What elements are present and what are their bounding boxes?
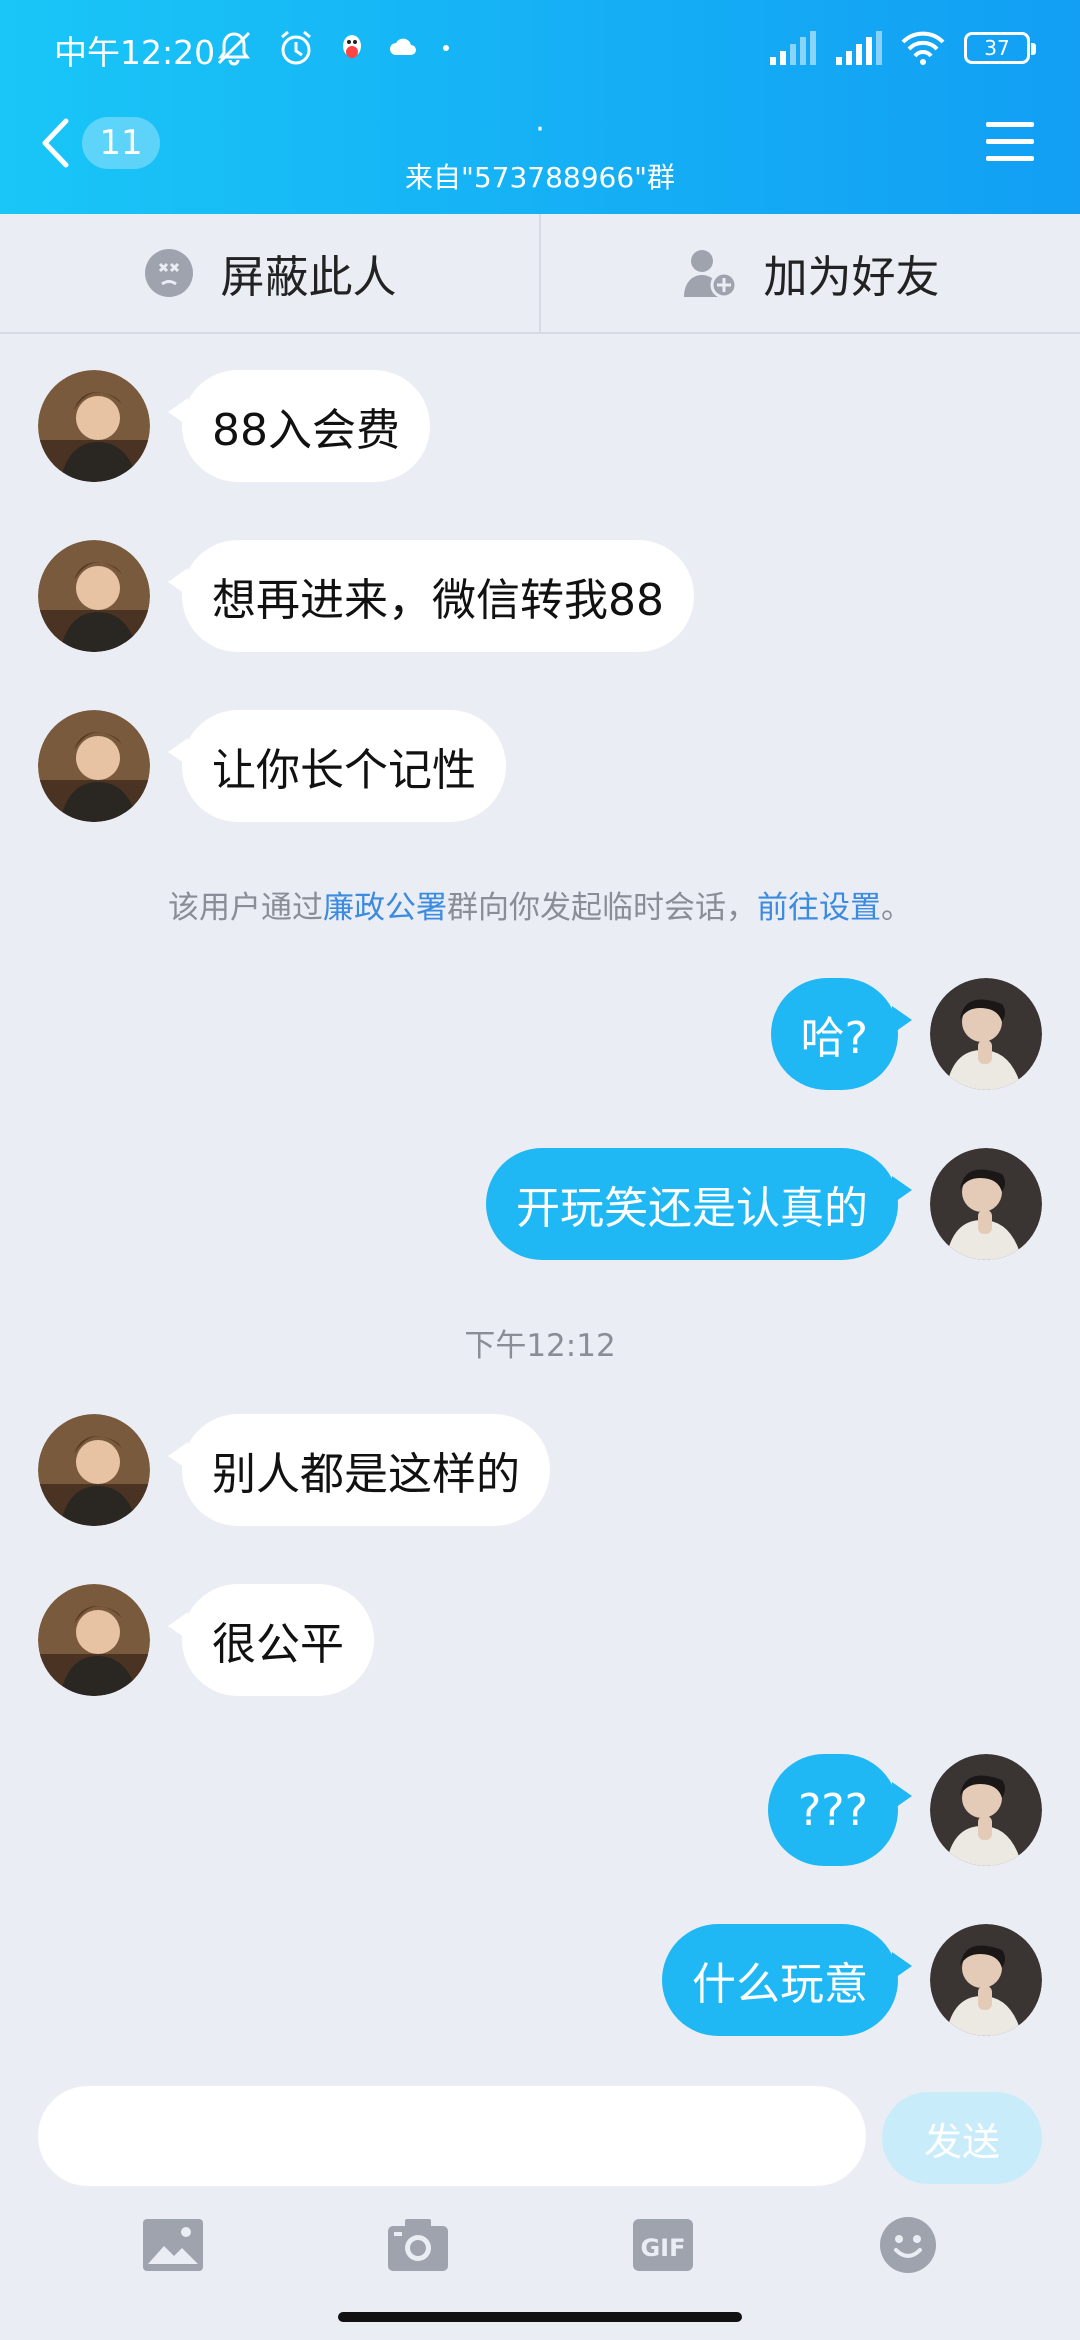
gif-label: GIF (640, 2234, 685, 2262)
group-link[interactable]: 廉政公署 (323, 890, 447, 926)
block-user-button[interactable]: 屏蔽此人 (0, 214, 539, 332)
sender-avatar[interactable] (38, 710, 150, 822)
status-time: 中午12:20 (54, 33, 216, 72)
gif-icon: GIF (632, 2219, 693, 2271)
emoji-smile-icon (879, 2217, 936, 2273)
self-avatar[interactable] (930, 1924, 1042, 2036)
send-button[interactable]: 发送 (882, 2092, 1042, 2184)
menu-icon[interactable] (984, 118, 1036, 166)
message-bubble[interactable]: 别人都是这样的 (168, 1414, 550, 1526)
message-bubble[interactable]: 让你长个记性 (168, 710, 506, 822)
sender-avatar[interactable] (38, 540, 150, 652)
composer: 发送 (0, 2080, 1080, 2190)
message-bubble[interactable]: 很公平 (168, 1584, 374, 1696)
add-friend-label: 加为好友 (763, 252, 940, 303)
unread-count-badge: 11 (82, 117, 160, 169)
back-button[interactable]: 11 (40, 110, 160, 176)
chat-message-list[interactable]: 88入会费 想再进来，微信转我88 让你长个记性 该用户通过廉政公署群向你发起临… (0, 334, 1080, 2064)
message-bubble[interactable]: 哈? (770, 978, 913, 1090)
mute-bell-icon (217, 31, 251, 66)
temporary-chat-notice: 该用户通过廉政公署群向你发起临时会话，前往设置。 (0, 882, 1080, 927)
block-user-label: 屏蔽此人 (220, 252, 397, 303)
status-icons-left (214, 24, 452, 72)
sender-avatar[interactable] (38, 1584, 150, 1696)
outgoing-message: 哈? (770, 978, 1042, 1090)
more-notifications-dot-icon (443, 45, 449, 51)
incoming-message: 很公平 (38, 1584, 374, 1696)
incoming-message: 让你长个记性 (38, 710, 506, 822)
time-separator: 下午12:12 (464, 1328, 616, 1364)
battery-level: 37 (984, 36, 1010, 60)
message-bubble[interactable]: ??? (767, 1754, 913, 1866)
alarm-clock-icon (281, 30, 311, 65)
message-bubble[interactable]: 想再进来，微信转我88 (168, 540, 694, 652)
sender-avatar[interactable] (38, 1414, 150, 1526)
self-avatar[interactable] (930, 1148, 1042, 1260)
status-icons-right: 37 (768, 22, 1036, 74)
notice-prefix: 该用户通过 (168, 890, 323, 926)
image-picker-button[interactable] (141, 2213, 205, 2277)
outgoing-message: 开玩笑还是认真的 (486, 1148, 1042, 1260)
camera-button[interactable] (386, 2213, 450, 2277)
chevron-left-icon (42, 118, 69, 168)
gif-button[interactable]: GIF (631, 2213, 695, 2277)
chat-header: 中午12:20 37 11 · 来自"573788966"群 (0, 0, 1080, 214)
stranger-action-bar: 屏蔽此人 加为好友 (0, 214, 1080, 334)
sender-avatar[interactable] (38, 370, 150, 482)
image-icon (142, 2219, 203, 2271)
status-bar: 中午12:20 37 (0, 0, 1080, 96)
chat-title: · (535, 112, 545, 147)
incoming-message: 88入会费 (38, 370, 430, 482)
wifi-icon (901, 31, 945, 65)
chat-title-area: · 来自"573788966"群 (300, 112, 780, 196)
self-avatar[interactable] (930, 978, 1042, 1090)
chat-subtitle: 来自"573788966"群 (404, 161, 676, 194)
incoming-message: 别人都是这样的 (38, 1414, 550, 1526)
add-friend-button[interactable]: 加为好友 (539, 214, 1080, 332)
outgoing-message: 什么玩意 (662, 1924, 1042, 2036)
cellular-signal-2-icon (836, 31, 882, 65)
camera-icon (387, 2219, 448, 2271)
message-bubble[interactable]: 开玩笑还是认真的 (486, 1148, 912, 1260)
add-user-icon (683, 250, 737, 299)
block-face-icon (144, 249, 193, 297)
outgoing-message: ??? (767, 1754, 1042, 1866)
incoming-message: 想再进来，微信转我88 (38, 540, 694, 652)
notice-suffix: 。 (881, 890, 912, 926)
cloud-app-icon (390, 38, 416, 55)
settings-link[interactable]: 前往设置 (757, 890, 881, 926)
cellular-signal-icon (770, 31, 816, 65)
battery-indicator: 37 (964, 32, 1036, 64)
self-avatar[interactable] (930, 1754, 1042, 1866)
qq-penguin-icon (343, 35, 361, 58)
home-indicator[interactable] (338, 2312, 742, 2322)
message-bubble[interactable]: 88入会费 (168, 370, 430, 482)
emoji-button[interactable] (876, 2213, 940, 2277)
message-input[interactable] (38, 2086, 866, 2186)
message-bubble[interactable]: 什么玩意 (662, 1924, 912, 2036)
composer-toolbar: GIF (0, 2200, 1080, 2290)
notice-middle: 群向你发起临时会话， (447, 890, 757, 926)
